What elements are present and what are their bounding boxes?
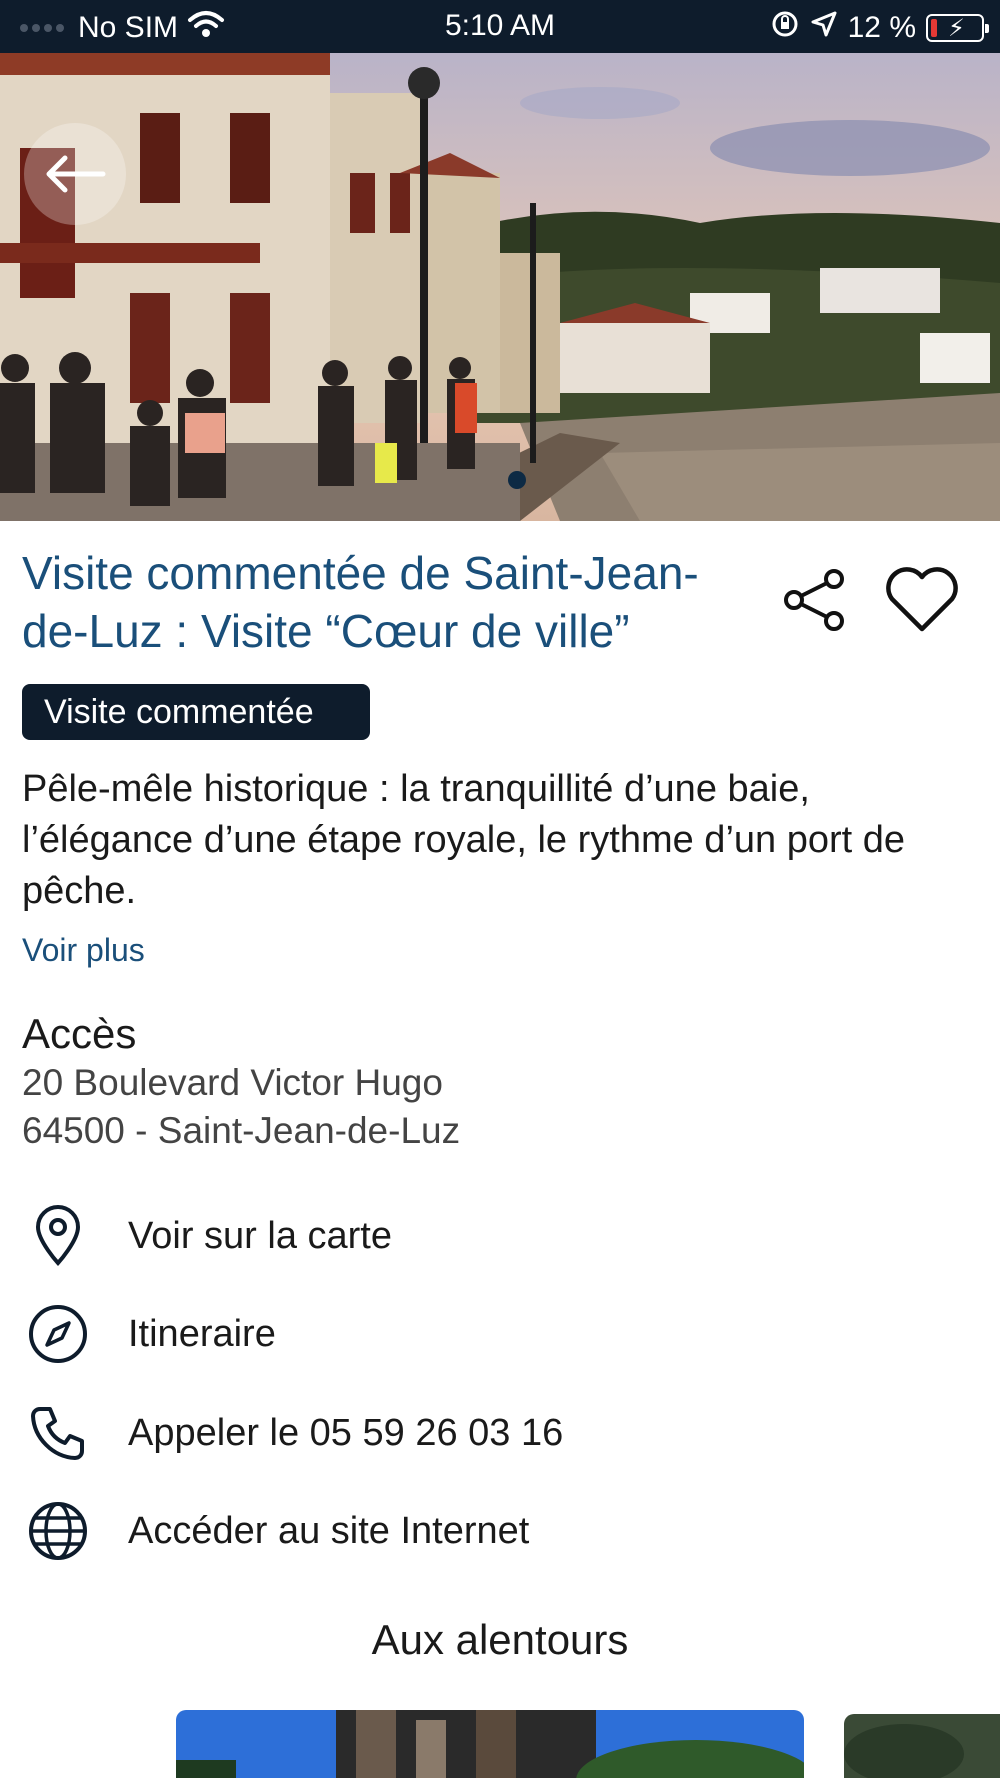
hero-photo[interactable] — [0, 53, 1000, 521]
battery-icon: ⚡ — [926, 14, 989, 42]
call-label: Appeler le 05 59 26 03 16 — [128, 1411, 564, 1454]
view-on-map-action[interactable]: Voir sur la carte — [22, 1200, 922, 1272]
nearby-card[interactable] — [176, 1710, 804, 1778]
see-more-link[interactable]: Voir plus — [22, 932, 145, 969]
nearby-card-image — [176, 1710, 804, 1778]
call-action[interactable]: Appeler le 05 59 26 03 16 — [22, 1397, 922, 1469]
hero-illustration — [0, 53, 1000, 521]
itinerary-action[interactable]: Itineraire — [22, 1298, 922, 1370]
arrow-left-icon — [46, 155, 106, 193]
carousel-indicator — [508, 471, 526, 489]
location-icon — [810, 10, 838, 46]
itinerary-label: Itineraire — [128, 1312, 276, 1355]
globe-icon — [22, 1495, 94, 1567]
page-title: Visite commentée de Saint-Jean-de-Luz : … — [22, 547, 699, 657]
nearby-heading: Aux alentours — [371, 1616, 629, 1663]
nearby-card[interactable] — [844, 1714, 1000, 1778]
heart-icon — [886, 567, 958, 632]
address-line2: 64500 - Saint-Jean-de-Luz — [22, 1110, 461, 1151]
description-text: Pêle-mêle historique : la tranquillité d… — [22, 768, 906, 912]
view-on-map-label: Voir sur la carte — [128, 1214, 392, 1257]
status-right: 12 % ⚡ — [770, 9, 989, 47]
favorite-button[interactable] — [882, 565, 962, 635]
access-heading: Accès — [22, 1010, 137, 1057]
nearby-card-image — [844, 1714, 1000, 1778]
share-icon — [784, 569, 844, 631]
map-pin-icon — [22, 1200, 94, 1272]
website-label: Accéder au site Internet — [128, 1509, 530, 1552]
back-button[interactable] — [24, 123, 126, 225]
status-bar: No SIM 5:10 AM 12 % ⚡ — [0, 0, 1000, 53]
battery-percent: 12 % — [847, 11, 916, 44]
category-badge: Visite commentée — [22, 684, 370, 740]
address-line1: 20 Boulevard Victor Hugo — [22, 1062, 443, 1103]
rotation-lock-icon — [770, 9, 800, 47]
share-button[interactable] — [780, 565, 850, 635]
compass-icon — [22, 1298, 94, 1370]
website-action[interactable]: Accéder au site Internet — [22, 1495, 922, 1567]
phone-icon — [22, 1397, 94, 1469]
